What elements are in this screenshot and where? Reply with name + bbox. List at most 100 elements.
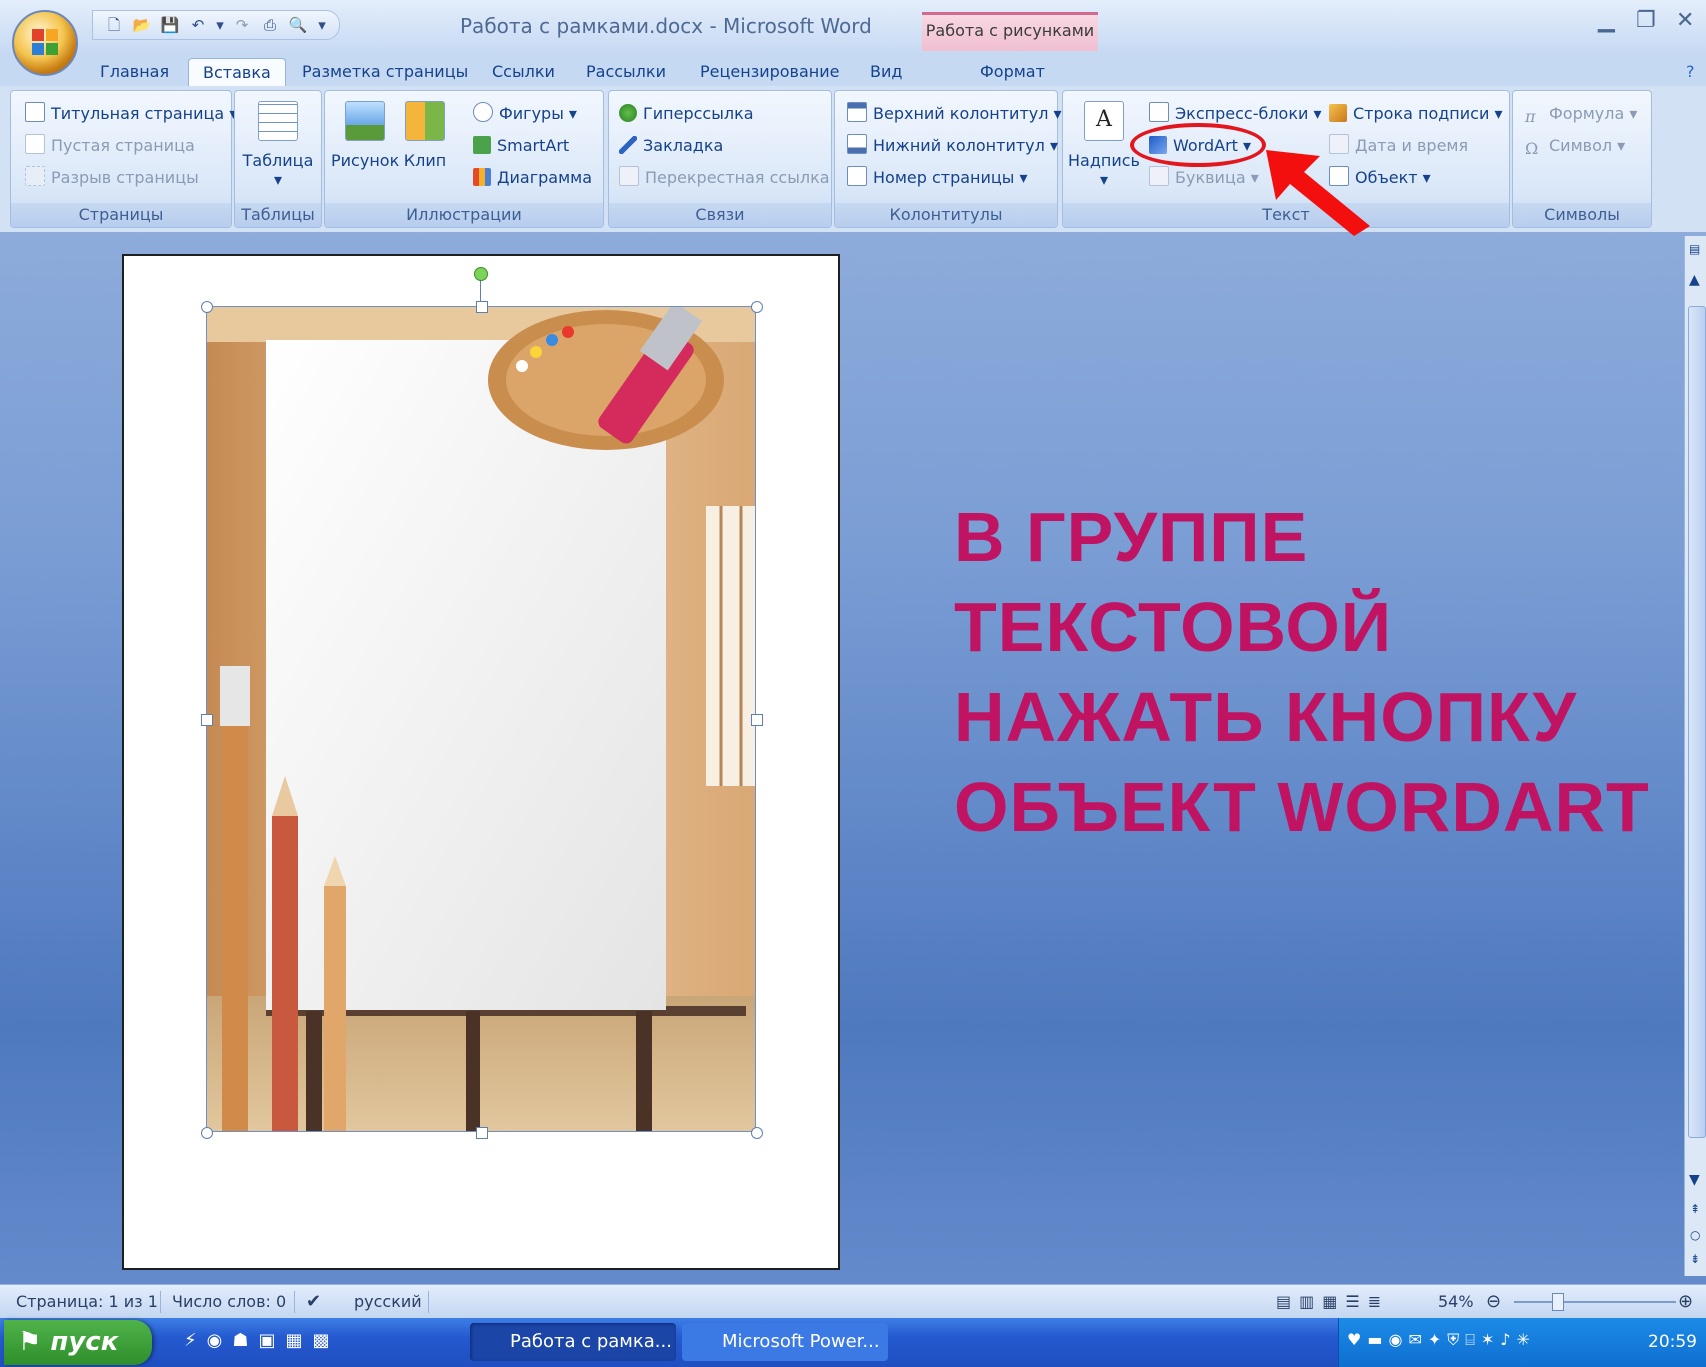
draft-view-icon[interactable]: ≣ <box>1368 1285 1381 1319</box>
word-count[interactable]: Число слов: 0 <box>172 1285 286 1319</box>
web-layout-icon[interactable]: ▦ <box>1322 1285 1337 1319</box>
quick-launch-icon-3[interactable]: ☗ <box>232 1330 248 1351</box>
print-icon[interactable]: ⎙ <box>259 15 281 35</box>
resize-handle-top[interactable] <box>476 301 488 313</box>
office-button[interactable] <box>12 10 78 76</box>
language-indicator[interactable]: русский <box>354 1285 422 1319</box>
previous-page-icon[interactable]: ⇞ <box>1690 1202 1700 1216</box>
quick-launch-icon-1[interactable]: ⚡ <box>184 1330 197 1351</box>
table-button[interactable]: Таблица ▾ <box>241 101 315 189</box>
omega-icon: Ω <box>1525 139 1539 158</box>
minimize-icon[interactable]: ▁ <box>1598 8 1615 33</box>
zoom-out-icon[interactable]: ⊖ <box>1486 1285 1501 1319</box>
language-flag-icon[interactable]: ▬ <box>1367 1330 1382 1350</box>
undo-icon[interactable]: ↶ <box>187 15 209 35</box>
cover-page-button[interactable]: Титульная страница ▾ <box>25 101 237 127</box>
tab-mailings[interactable]: Рассылки <box>586 58 666 86</box>
ribbon: Титульная страница ▾ Пустая страница Раз… <box>0 86 1706 233</box>
next-page-icon[interactable]: ⇟ <box>1690 1252 1700 1266</box>
shapes-button[interactable]: Фигуры ▾ <box>473 101 577 127</box>
undo-dropdown-icon[interactable]: ▾ <box>215 15 225 35</box>
quick-parts-button[interactable]: Экспресс-блоки ▾ <box>1149 101 1322 127</box>
signature-line-button[interactable]: Строка подписи ▾ <box>1329 101 1502 127</box>
zoom-slider-thumb[interactable] <box>1551 1293 1564 1311</box>
redo-icon[interactable]: ↷ <box>231 15 253 35</box>
antivirus-icon[interactable]: ✳ <box>1517 1330 1530 1350</box>
proofing-icon[interactable]: ✔ <box>306 1285 321 1319</box>
blank-page-button[interactable]: Пустая страница <box>25 133 195 159</box>
equation-button[interactable]: π Формула ▾ <box>1525 101 1637 127</box>
tab-page-layout[interactable]: Разметка страницы <box>302 58 468 86</box>
instruction-text: В ГРУППЕ ТЕКСТОВОЙ НАЖАТЬ КНОПКУ ОБЪЕКТ … <box>954 498 1650 846</box>
excel-icon[interactable]: ▩ <box>313 1330 330 1351</box>
publisher-icon[interactable]: ▦ <box>286 1330 303 1351</box>
resize-handle-bottom[interactable] <box>476 1127 488 1139</box>
scroll-thumb[interactable] <box>1688 306 1706 1138</box>
scroll-up-icon[interactable]: ▲ <box>1689 272 1700 288</box>
shield-icon[interactable]: ⛨ <box>1447 1330 1459 1350</box>
tray-icon-1[interactable]: ♥ <box>1347 1330 1361 1350</box>
tab-references[interactable]: Ссылки <box>492 58 555 86</box>
browse-object-icon[interactable]: ○ <box>1690 1228 1700 1242</box>
clip-art-button[interactable]: Клип <box>401 101 449 170</box>
vertical-scrollbar[interactable]: ▤ ▲ ▼ ⇞ ○ ⇟ <box>1684 236 1706 1276</box>
tray-icon-5[interactable]: ✦ <box>1428 1330 1441 1350</box>
smartart-button[interactable]: SmartArt <box>473 133 569 159</box>
outline-view-icon[interactable]: ☰ <box>1345 1285 1359 1319</box>
cross-reference-button[interactable]: Перекрестная ссылка <box>619 165 830 191</box>
ruler-toggle-icon[interactable]: ▤ <box>1689 242 1700 256</box>
new-icon[interactable]: 🗋 <box>103 15 125 35</box>
tab-view[interactable]: Вид <box>870 58 902 86</box>
zoom-slider[interactable] <box>1514 1293 1676 1311</box>
group-tables: Таблица ▾ Таблицы <box>234 90 322 228</box>
zoom-in-icon[interactable]: ⊕ <box>1678 1285 1693 1319</box>
window-title: Работа с рамками.docx - Microsoft Word <box>460 14 872 38</box>
full-screen-reading-icon[interactable]: ▥ <box>1299 1285 1314 1319</box>
picture-button[interactable]: Рисунок <box>331 101 399 170</box>
group-illustrations: Рисунок Клип Фигуры ▾ SmartArt Диаграмма… <box>324 90 604 228</box>
start-button[interactable]: ⚑ пуск <box>4 1320 152 1365</box>
close-icon[interactable]: ✕ <box>1676 8 1694 33</box>
tab-home[interactable]: Главная <box>100 58 169 86</box>
help-icon[interactable]: ? <box>1686 58 1695 86</box>
network-icon[interactable]: ⌸ <box>1465 1330 1475 1350</box>
save-floppy-icon[interactable]: ▣ <box>259 1330 276 1351</box>
bookmark-button[interactable]: Закладка <box>619 133 723 159</box>
chart-button[interactable]: Диаграмма <box>473 165 592 191</box>
resize-handle-bottom-left[interactable] <box>201 1127 213 1139</box>
tab-review[interactable]: Рецензирование <box>700 58 839 86</box>
tab-insert[interactable]: Вставка <box>188 58 286 87</box>
save-icon[interactable]: 💾 <box>159 15 181 35</box>
resize-handle-right[interactable] <box>751 714 763 726</box>
zoom-level[interactable]: 54% <box>1438 1285 1474 1319</box>
rotation-handle[interactable] <box>474 267 488 281</box>
customize-qat-icon[interactable]: ▾ <box>315 15 329 35</box>
task-powerpoint[interactable]: Microsoft Power... <box>682 1323 888 1361</box>
footer-button[interactable]: Нижний колонтитул ▾ <box>847 133 1058 159</box>
opera-icon[interactable]: ◉ <box>207 1330 223 1351</box>
hyperlink-icon <box>619 104 637 122</box>
page-break-button[interactable]: Разрыв страницы <box>25 165 199 191</box>
open-icon[interactable]: 📂 <box>131 15 153 35</box>
symbol-button[interactable]: Ω Символ ▾ <box>1525 133 1625 159</box>
tray-icon-8[interactable]: ✶ <box>1481 1330 1494 1350</box>
restore-icon[interactable]: ❐ <box>1636 8 1656 33</box>
page-count[interactable]: Страница: 1 из 1 <box>16 1285 158 1319</box>
tray-icon-4[interactable]: ✉ <box>1408 1330 1421 1350</box>
resize-handle-top-right[interactable] <box>751 301 763 313</box>
task-word[interactable]: Работа с рамка... <box>470 1323 676 1361</box>
resize-handle-left[interactable] <box>201 714 213 726</box>
print-preview-icon[interactable]: 🔍 <box>287 15 309 35</box>
print-layout-view-icon[interactable]: ▤ <box>1276 1285 1291 1319</box>
resize-handle-bottom-right[interactable] <box>751 1127 763 1139</box>
hyperlink-button[interactable]: Гиперссылка <box>619 101 754 127</box>
speaker-icon[interactable]: ♪ <box>1500 1330 1510 1350</box>
tab-format[interactable]: Формат <box>980 58 1045 86</box>
page-number-button[interactable]: Номер страницы ▾ <box>847 165 1028 191</box>
header-button[interactable]: Верхний колонтитул ▾ <box>847 101 1062 127</box>
drop-cap-button[interactable]: Буквица ▾ <box>1149 165 1259 191</box>
tray-icon-3[interactable]: ◉ <box>1388 1330 1402 1350</box>
resize-handle-top-left[interactable] <box>201 301 213 313</box>
scroll-down-icon[interactable]: ▼ <box>1689 1172 1700 1188</box>
group-header-footer: Верхний колонтитул ▾ Нижний колонтитул ▾… <box>834 90 1062 228</box>
